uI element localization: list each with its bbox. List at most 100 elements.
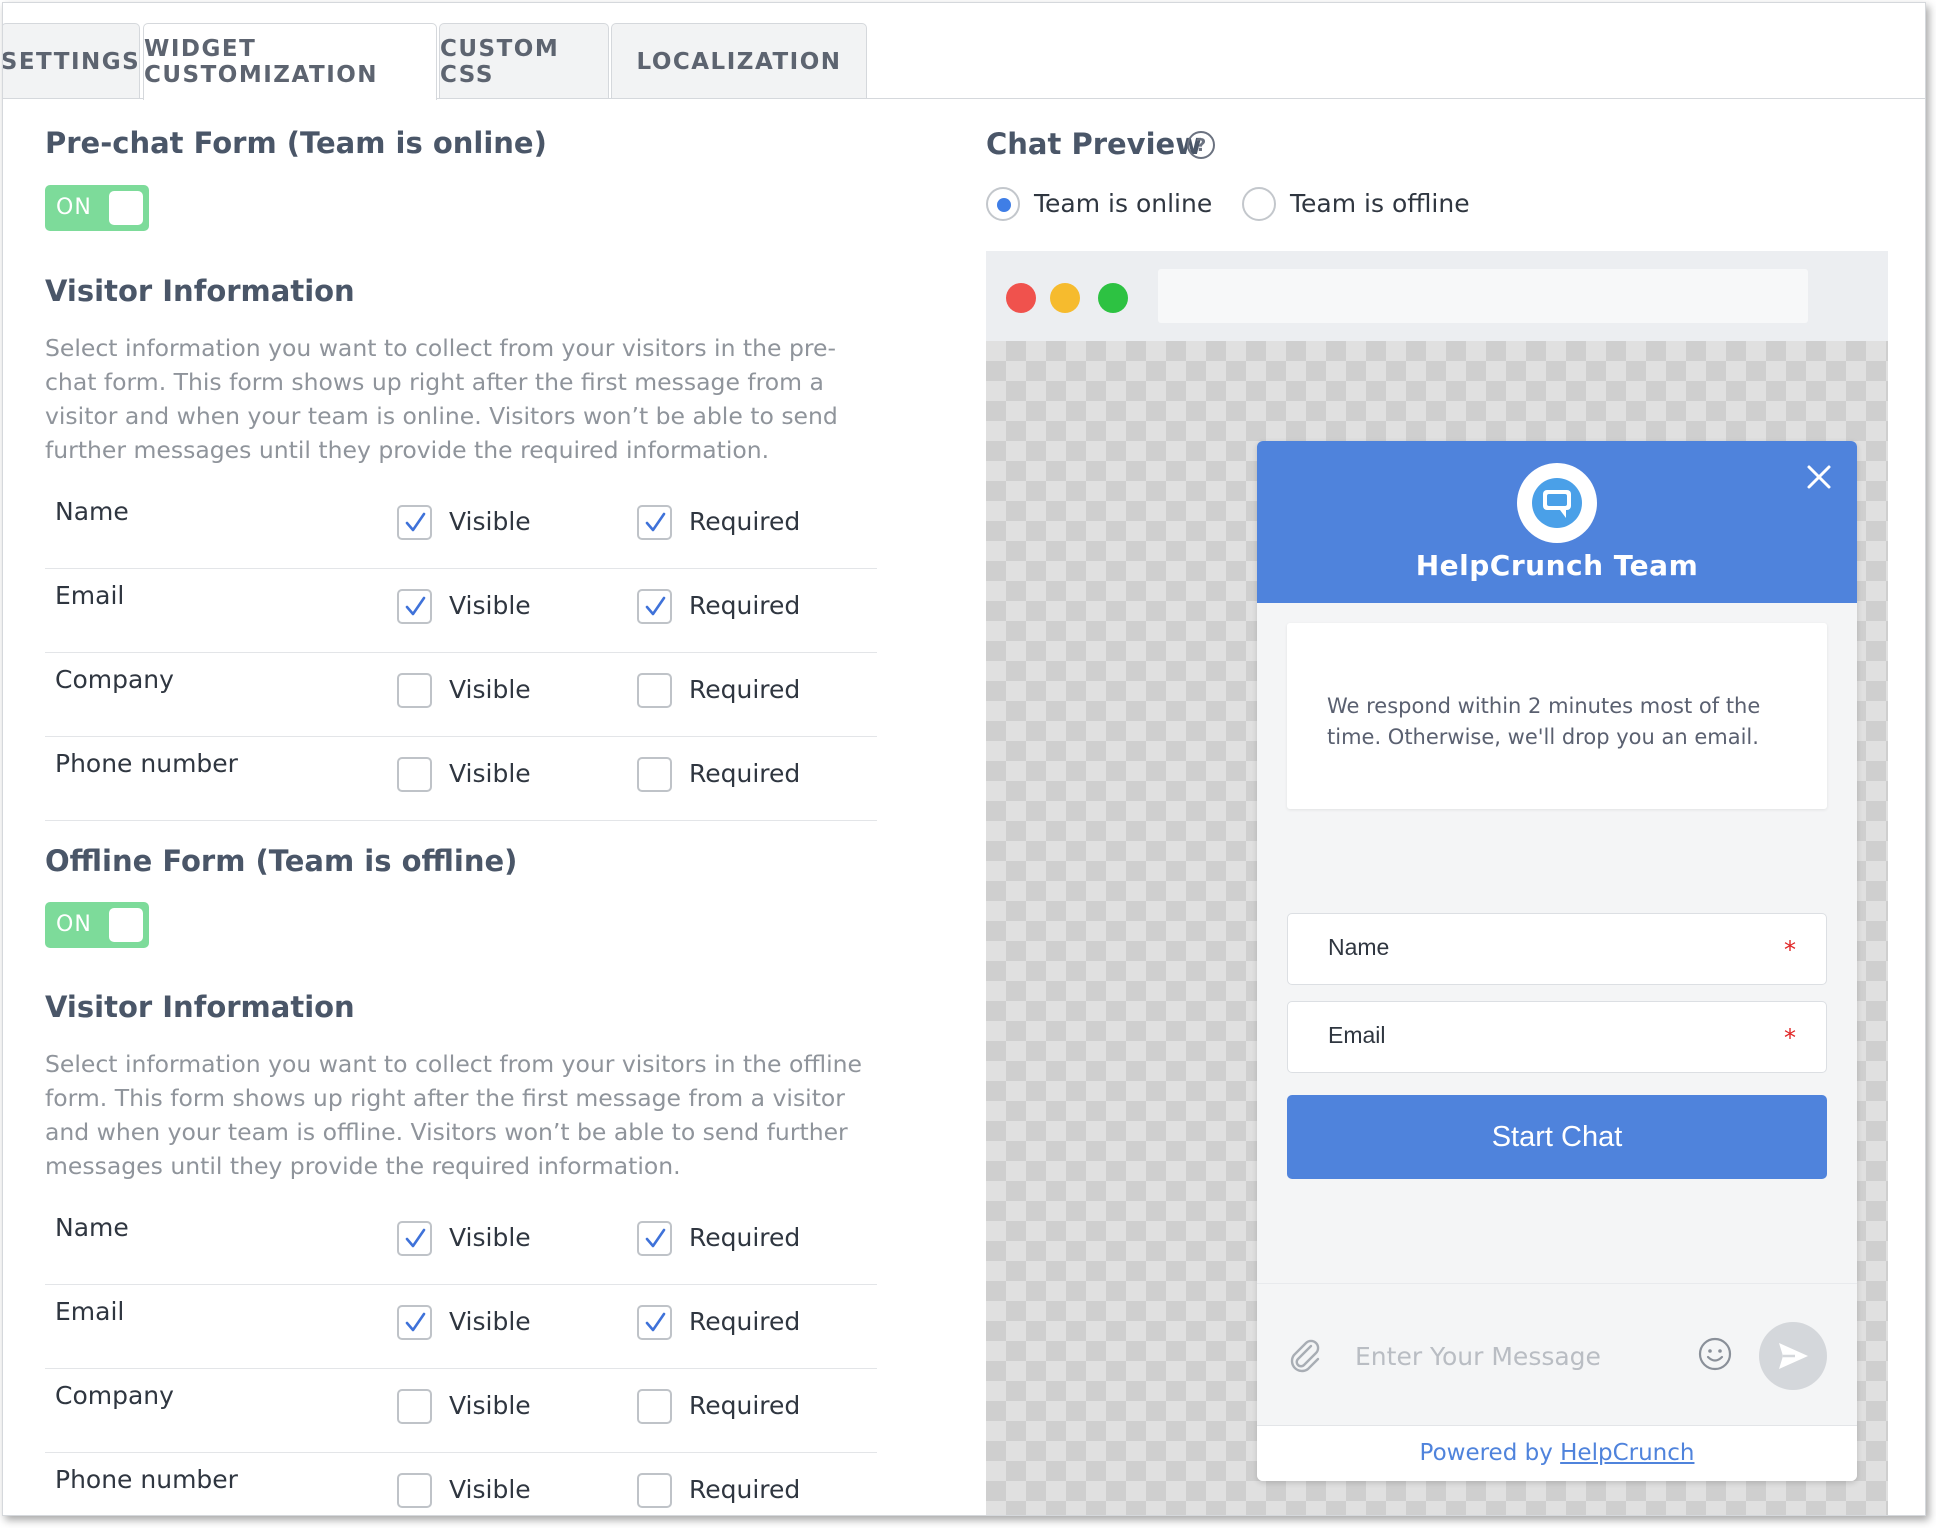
- name-field[interactable]: Name *: [1287, 913, 1827, 985]
- visible-label[interactable]: Visible: [449, 1391, 531, 1420]
- prechat-visitor-info-title: Visitor Information: [45, 274, 355, 308]
- visible-label[interactable]: Visible: [449, 507, 531, 536]
- settings-window: SETTINGS WIDGET CUSTOMIZATION CUSTOM CSS…: [2, 2, 1926, 1516]
- required-label[interactable]: Required: [689, 591, 800, 620]
- required-checkbox[interactable]: [637, 505, 672, 540]
- email-field-label: Email: [1328, 1022, 1386, 1048]
- field-name: Company: [55, 665, 174, 694]
- helpcrunch-link[interactable]: HelpCrunch: [1560, 1440, 1694, 1466]
- required-marker: *: [1784, 936, 1796, 964]
- radio-selected-dot: [997, 198, 1011, 212]
- visible-checkbox[interactable]: [397, 757, 432, 792]
- send-icon: [1779, 1343, 1808, 1369]
- required-label[interactable]: Required: [689, 675, 800, 704]
- required-checkbox[interactable]: [637, 673, 672, 708]
- prechat-form-toggle[interactable]: ON: [45, 185, 149, 231]
- message-composer: Enter Your Message: [1257, 1283, 1857, 1425]
- required-checkbox[interactable]: [637, 589, 672, 624]
- required-marker: *: [1784, 1024, 1796, 1052]
- offline-form-toggle[interactable]: ON: [45, 902, 149, 948]
- tab-widget-customization[interactable]: WIDGET CUSTOMIZATION: [143, 23, 437, 100]
- offline-form-title: Offline Form (Team is offline): [45, 844, 518, 878]
- field-name: Phone number: [55, 749, 238, 778]
- field-name: Company: [55, 1381, 174, 1410]
- radio-team-online[interactable]: [986, 187, 1020, 221]
- powered-by-footer: Powered by HelpCrunch: [1257, 1425, 1857, 1481]
- minimize-dot-icon: [1050, 283, 1080, 313]
- required-checkbox[interactable]: [637, 757, 672, 792]
- tab-settings[interactable]: SETTINGS: [3, 23, 140, 99]
- widget-team-name: HelpCrunch Team: [1415, 549, 1699, 582]
- required-label[interactable]: Required: [689, 759, 800, 788]
- radio-team-online-label[interactable]: Team is online: [1034, 189, 1212, 218]
- field-name: Email: [55, 1297, 125, 1326]
- welcome-message-text: We respond within 2 minutes most of the …: [1327, 694, 1761, 749]
- visible-label[interactable]: Visible: [449, 675, 531, 704]
- toggle-knob: [109, 191, 143, 225]
- visible-checkbox[interactable]: [397, 1305, 432, 1340]
- visible-label[interactable]: Visible: [449, 591, 531, 620]
- field-row: Phone number Visible Required: [45, 737, 877, 821]
- help-icon[interactable]: ?: [1187, 131, 1215, 159]
- toggle-knob: [109, 908, 143, 942]
- visible-checkbox[interactable]: [397, 589, 432, 624]
- close-dot-icon: [1006, 283, 1036, 313]
- visible-checkbox[interactable]: [397, 1221, 432, 1256]
- required-checkbox[interactable]: [637, 1389, 672, 1424]
- visible-label[interactable]: Visible: [449, 759, 531, 788]
- message-input[interactable]: Enter Your Message: [1355, 1342, 1601, 1371]
- widget-header: HelpCrunch Team: [1257, 441, 1857, 603]
- prechat-description: Select information you want to collect f…: [45, 334, 838, 464]
- close-icon[interactable]: [1803, 461, 1835, 493]
- prechat-form-title: Pre-chat Form (Team is online): [45, 126, 547, 160]
- required-label[interactable]: Required: [689, 1475, 800, 1504]
- field-name: Email: [55, 581, 125, 610]
- field-row: Name Visible Required: [45, 1201, 877, 1285]
- visible-checkbox[interactable]: [397, 1389, 432, 1424]
- required-label[interactable]: Required: [689, 507, 800, 536]
- visible-label[interactable]: Visible: [449, 1223, 531, 1252]
- email-field[interactable]: Email *: [1287, 1001, 1827, 1073]
- tab-localization[interactable]: LOCALIZATION: [611, 23, 867, 99]
- emoji-icon[interactable]: [1697, 1336, 1733, 1372]
- visible-label[interactable]: Visible: [449, 1475, 531, 1504]
- field-row: Name Visible Required: [45, 485, 877, 569]
- field-row: Company Visible Required: [45, 1369, 877, 1453]
- paperclip-icon[interactable]: [1285, 1336, 1325, 1376]
- field-name: Phone number: [55, 1465, 238, 1494]
- maximize-dot-icon: [1098, 283, 1128, 313]
- tab-custom-css[interactable]: CUSTOM CSS: [439, 23, 609, 99]
- toggle-label: ON: [56, 912, 92, 937]
- field-row: Phone number Visible Required: [45, 1453, 877, 1515]
- offline-description: Select information you want to collect f…: [45, 1050, 862, 1180]
- field-row: Company Visible Required: [45, 653, 877, 737]
- field-name: Name: [55, 497, 129, 526]
- chat-widget: HelpCrunch Team We respond within 2 minu…: [1257, 441, 1857, 1481]
- visible-checkbox[interactable]: [397, 1473, 432, 1508]
- name-field-label: Name: [1328, 934, 1390, 960]
- visible-label[interactable]: Visible: [449, 1307, 531, 1336]
- start-chat-button[interactable]: Start Chat: [1287, 1095, 1827, 1179]
- required-label[interactable]: Required: [689, 1307, 800, 1336]
- chat-preview-title: Chat Preview: [986, 127, 1202, 161]
- field-row: Email Visible Required: [45, 569, 877, 653]
- radio-team-offline-label[interactable]: Team is offline: [1290, 189, 1470, 218]
- field-row: Email Visible Required: [45, 1285, 877, 1369]
- offline-visitor-info-title: Visitor Information: [45, 990, 355, 1024]
- send-button[interactable]: [1759, 1322, 1827, 1390]
- welcome-message-card: We respond within 2 minutes most of the …: [1287, 623, 1827, 809]
- tab-bar: SETTINGS WIDGET CUSTOMIZATION CUSTOM CSS…: [3, 3, 1925, 100]
- required-checkbox[interactable]: [637, 1305, 672, 1340]
- chat-bubble-icon: [1517, 463, 1597, 543]
- required-checkbox[interactable]: [637, 1473, 672, 1508]
- powered-by-text: Powered by: [1419, 1440, 1553, 1466]
- visible-checkbox[interactable]: [397, 673, 432, 708]
- required-label[interactable]: Required: [689, 1223, 800, 1252]
- browser-titlebar: [986, 251, 1888, 341]
- radio-team-offline[interactable]: [1242, 187, 1276, 221]
- visible-checkbox[interactable]: [397, 505, 432, 540]
- required-checkbox[interactable]: [637, 1221, 672, 1256]
- field-name: Name: [55, 1213, 129, 1242]
- toggle-label: ON: [56, 195, 92, 220]
- required-label[interactable]: Required: [689, 1391, 800, 1420]
